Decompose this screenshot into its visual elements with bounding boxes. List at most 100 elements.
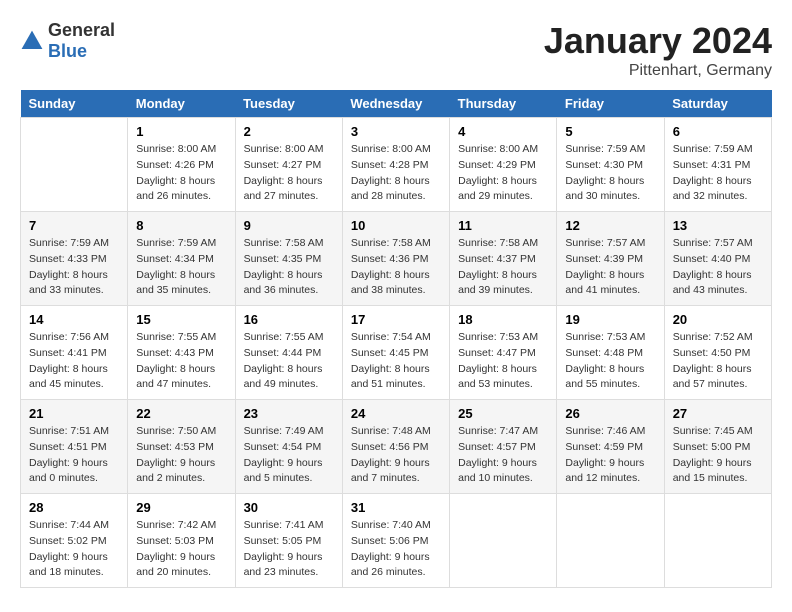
day-info: Sunrise: 7:44 AMSunset: 5:02 PMDaylight:… [29,518,119,581]
calendar-week-row: 7 Sunrise: 7:59 AMSunset: 4:33 PMDaylight… [21,212,772,306]
table-row [21,118,128,212]
day-info: Sunrise: 7:59 AMSunset: 4:30 PMDaylight:… [565,142,655,205]
table-row: 29Sunrise: 7:42 AMSunset: 5:03 PMDayligh… [128,494,235,588]
col-sunday: Sunday [21,90,128,118]
table-row: 10Sunrise: 7:58 AMSunset: 4:36 PMDayligh… [342,212,449,306]
table-row [450,494,557,588]
col-thursday: Thursday [450,90,557,118]
table-row: 13 Sunrise: 7:57 AMSunset: 4:40 PMDayligh… [664,212,771,306]
table-row: 16 Sunrise: 7:55 AMSunset: 4:44 PMDayligh… [235,306,342,400]
day-info: Sunrise: 7:52 AMSunset: 4:50 PMDaylight:… [673,330,763,393]
col-tuesday: Tuesday [235,90,342,118]
day-info: Sunrise: 8:00 AMSunset: 4:28 PMDaylight:… [351,142,441,205]
day-info: Sunrise: 7:59 AMSunset: 4:33 PMDaylight:… [29,236,119,299]
day-number: 28 [29,500,119,515]
day-info: Sunrise: 7:45 AMSunset: 5:00 PMDaylight:… [673,424,763,487]
day-number: 17 [351,312,441,327]
day-number: 14 [29,312,119,327]
calendar-title: January 2024 [544,20,772,62]
calendar-table: Sunday Monday Tuesday Wednesday Thursday… [20,90,772,588]
page-header: General Blue January 2024 Pittenhart, Ge… [20,20,772,80]
calendar-week-row: 28 Sunrise: 7:44 AMSunset: 5:02 PMDayligh… [21,494,772,588]
table-row: 26 Sunrise: 7:46 AMSunset: 4:59 PMDayligh… [557,400,664,494]
calendar-week-row: 14 Sunrise: 7:56 AMSunset: 4:41 PMDayligh… [21,306,772,400]
day-number: 15 [136,312,226,327]
day-info: Sunrise: 7:58 AMSunset: 4:37 PMDaylight:… [458,236,548,299]
table-row: 31 Sunrise: 7:40 AMSunset: 5:06 PMDayligh… [342,494,449,588]
day-number: 3 [351,124,441,139]
day-number: 5 [565,124,655,139]
day-info: Sunrise: 7:40 AMSunset: 5:06 PMDaylight:… [351,518,441,581]
table-row: 11 Sunrise: 7:58 AMSunset: 4:37 PMDayligh… [450,212,557,306]
table-row: 28 Sunrise: 7:44 AMSunset: 5:02 PMDayligh… [21,494,128,588]
table-row: 6 Sunrise: 7:59 AMSunset: 4:31 PMDaylight… [664,118,771,212]
day-number: 21 [29,406,119,421]
day-info: Sunrise: 7:47 AMSunset: 4:57 PMDaylight:… [458,424,548,487]
table-row: 14 Sunrise: 7:56 AMSunset: 4:41 PMDayligh… [21,306,128,400]
day-number: 13 [673,218,763,233]
day-info: Sunrise: 8:00 AMSunset: 4:26 PMDaylight:… [136,142,226,205]
day-number: 2 [244,124,334,139]
col-monday: Monday [128,90,235,118]
logo-general: General [48,20,115,40]
table-row: 3 Sunrise: 8:00 AMSunset: 4:28 PMDaylight… [342,118,449,212]
day-info: Sunrise: 7:56 AMSunset: 4:41 PMDaylight:… [29,330,119,393]
day-info: Sunrise: 7:51 AMSunset: 4:51 PMDaylight:… [29,424,119,487]
day-number: 9 [244,218,334,233]
col-wednesday: Wednesday [342,90,449,118]
table-row: 4 Sunrise: 8:00 AMSunset: 4:29 PMDaylight… [450,118,557,212]
day-number: 11 [458,218,548,233]
day-number: 18 [458,312,548,327]
day-number: 8 [136,218,226,233]
day-info: Sunrise: 7:55 AMSunset: 4:44 PMDaylight:… [244,330,334,393]
table-row: 30 Sunrise: 7:41 AMSunset: 5:05 PMDayligh… [235,494,342,588]
day-number: 29 [136,500,226,515]
title-block: January 2024 Pittenhart, Germany [544,20,772,80]
day-number: 7 [29,218,119,233]
table-row: 21 Sunrise: 7:51 AMSunset: 4:51 PMDayligh… [21,400,128,494]
table-row: 1 Sunrise: 8:00 AMSunset: 4:26 PMDaylight… [128,118,235,212]
table-row [557,494,664,588]
day-number: 25 [458,406,548,421]
day-info: Sunrise: 7:46 AMSunset: 4:59 PMDaylight:… [565,424,655,487]
table-row: 9 Sunrise: 7:58 AMSunset: 4:35 PMDaylight… [235,212,342,306]
day-info: Sunrise: 7:53 AMSunset: 4:48 PMDaylight:… [565,330,655,393]
day-info: Sunrise: 7:50 AMSunset: 4:53 PMDaylight:… [136,424,226,487]
day-number: 26 [565,406,655,421]
day-number: 4 [458,124,548,139]
calendar-week-row: 21 Sunrise: 7:51 AMSunset: 4:51 PMDayligh… [21,400,772,494]
day-info: Sunrise: 7:58 AMSunset: 4:36 PMDaylight:… [351,236,441,299]
table-row: 27 Sunrise: 7:45 AMSunset: 5:00 PMDayligh… [664,400,771,494]
table-row: 5 Sunrise: 7:59 AMSunset: 4:30 PMDaylight… [557,118,664,212]
day-number: 24 [351,406,441,421]
day-info: Sunrise: 8:00 AMSunset: 4:29 PMDaylight:… [458,142,548,205]
day-info: Sunrise: 7:54 AMSunset: 4:45 PMDaylight:… [351,330,441,393]
table-row: 8 Sunrise: 7:59 AMSunset: 4:34 PMDaylight… [128,212,235,306]
day-number: 16 [244,312,334,327]
logo-blue: Blue [48,41,87,61]
table-row [664,494,771,588]
day-info: Sunrise: 7:57 AMSunset: 4:40 PMDaylight:… [673,236,763,299]
table-row: 17 Sunrise: 7:54 AMSunset: 4:45 PMDayligh… [342,306,449,400]
day-number: 19 [565,312,655,327]
day-number: 1 [136,124,226,139]
day-number: 6 [673,124,763,139]
day-number: 27 [673,406,763,421]
day-info: Sunrise: 7:41 AMSunset: 5:05 PMDaylight:… [244,518,334,581]
day-info: Sunrise: 7:59 AMSunset: 4:31 PMDaylight:… [673,142,763,205]
day-number: 30 [244,500,334,515]
table-row: 19 Sunrise: 7:53 AMSunset: 4:48 PMDayligh… [557,306,664,400]
col-friday: Friday [557,90,664,118]
table-row: 20Sunrise: 7:52 AMSunset: 4:50 PMDayligh… [664,306,771,400]
day-info: Sunrise: 7:58 AMSunset: 4:35 PMDaylight:… [244,236,334,299]
day-number: 31 [351,500,441,515]
calendar-location: Pittenhart, Germany [544,62,772,80]
table-row: 18Sunrise: 7:53 AMSunset: 4:47 PMDayligh… [450,306,557,400]
logo: General Blue [20,20,115,62]
col-saturday: Saturday [664,90,771,118]
table-row: 24Sunrise: 7:48 AMSunset: 4:56 PMDayligh… [342,400,449,494]
calendar-week-row: 1 Sunrise: 8:00 AMSunset: 4:26 PMDaylight… [21,118,772,212]
day-info: Sunrise: 7:59 AMSunset: 4:34 PMDaylight:… [136,236,226,299]
table-row: 15Sunrise: 7:55 AMSunset: 4:43 PMDayligh… [128,306,235,400]
day-number: 12 [565,218,655,233]
